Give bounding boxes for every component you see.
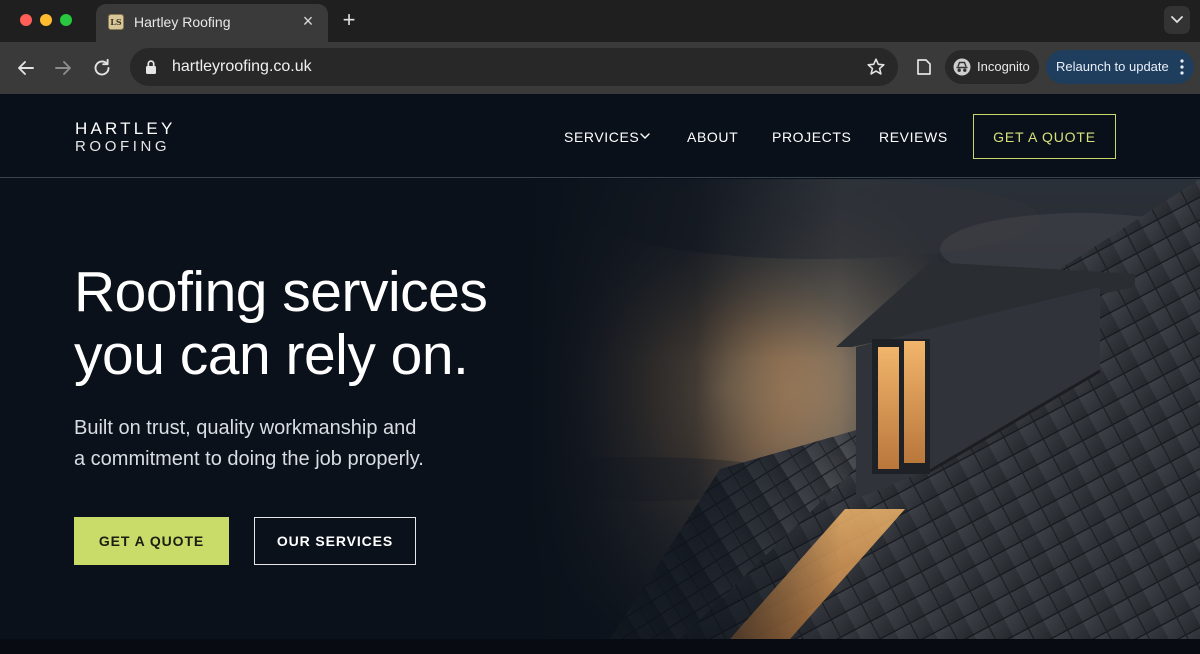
site-logo[interactable]: HARTLEY ROOFING: [75, 120, 176, 156]
hero-bottom-edge: [0, 639, 1200, 654]
minimize-window-button[interactable]: [40, 14, 52, 26]
incognito-indicator[interactable]: Incognito: [945, 50, 1039, 84]
hero-headline-line1: Roofing services: [74, 260, 488, 324]
nav-projects[interactable]: PROJECTS: [772, 129, 851, 145]
website-viewport: HARTLEY ROOFING SERVICES ABOUT PROJECTS …: [0, 94, 1200, 654]
hero-get-quote-button[interactable]: GET A QUOTE: [74, 517, 229, 565]
browser-tab-bar: LS Hartley Roofing × +: [0, 0, 1200, 42]
star-icon[interactable]: [866, 57, 886, 77]
extension-icon[interactable]: [914, 56, 934, 78]
tab-title: Hartley Roofing: [134, 14, 231, 30]
hero-our-services-button[interactable]: OUR SERVICES: [254, 517, 416, 565]
chevron-down-icon[interactable]: [640, 133, 650, 140]
url-text[interactable]: hartleyroofing.co.uk: [172, 58, 312, 76]
favicon-icon: LS: [108, 14, 124, 30]
hero-section: Roofing services you can rely on. Built …: [0, 179, 1200, 654]
header-get-quote-button[interactable]: GET A QUOTE: [973, 114, 1116, 159]
nav-reviews[interactable]: REVIEWS: [879, 129, 948, 145]
maximize-window-button[interactable]: [60, 14, 72, 26]
incognito-label: Incognito: [977, 59, 1030, 74]
close-tab-icon[interactable]: ×: [298, 11, 318, 31]
hero-subheading-line1: Built on trust, quality workmanship and: [74, 417, 417, 439]
arrow-right-icon: [55, 61, 71, 75]
logo-wordmark-line2: ROOFING: [75, 138, 171, 155]
relaunch-label: Relaunch to update: [1056, 59, 1169, 74]
lock-icon: [146, 60, 156, 74]
hero-subheading-line2: a commitment to doing the job properly.: [74, 448, 424, 470]
relaunch-update-button[interactable]: Relaunch to update: [1046, 50, 1194, 84]
hero-subheading: Built on trust, quality workmanship and …: [74, 413, 494, 475]
hero-headline-line2: you can rely on.: [74, 323, 469, 387]
new-tab-button[interactable]: +: [338, 9, 360, 31]
logo-wordmark-line1: HARTLEY: [75, 119, 176, 138]
tab-search-button[interactable]: [1164, 6, 1190, 34]
reload-button[interactable]: [90, 56, 114, 80]
incognito-icon: [953, 58, 971, 76]
nav-services[interactable]: SERVICES: [564, 129, 639, 145]
address-bar[interactable]: hartleyroofing.co.uk: [130, 48, 898, 86]
close-window-button[interactable]: [20, 14, 32, 26]
hero-roof-photo: [0, 179, 1200, 639]
chevron-down-icon: [1171, 16, 1183, 24]
kebab-menu-icon[interactable]: [1180, 59, 1184, 75]
hero-headline: Roofing services you can rely on.: [74, 261, 594, 387]
reload-icon: [94, 58, 110, 76]
arrow-left-icon: [18, 61, 34, 75]
browser-tab[interactable]: LS Hartley Roofing ×: [96, 4, 328, 42]
forward-button[interactable]: [51, 56, 75, 80]
nav-about[interactable]: ABOUT: [687, 129, 738, 145]
site-header: HARTLEY ROOFING SERVICES ABOUT PROJECTS …: [0, 94, 1200, 178]
back-button[interactable]: [14, 56, 38, 80]
